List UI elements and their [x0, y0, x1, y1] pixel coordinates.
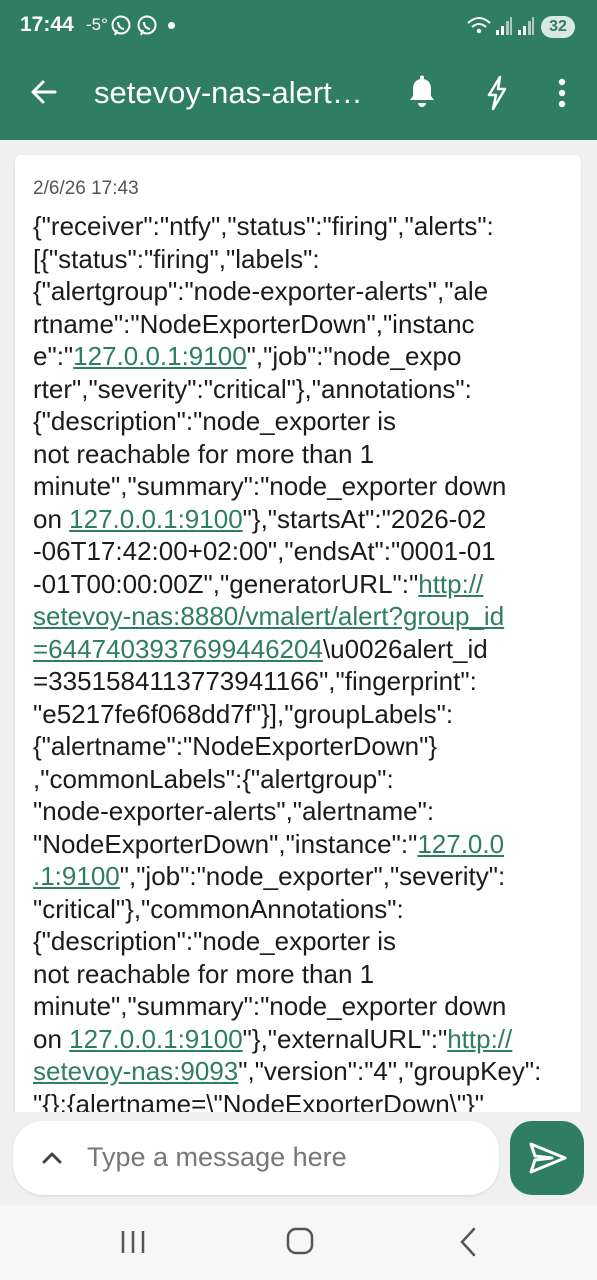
message-text: ,"commonLabels":{"alertgroup":	[33, 763, 394, 794]
back-nav-icon[interactable]	[448, 1225, 488, 1259]
message-line: [{"status":"firing","labels":	[33, 243, 553, 276]
message-text: "},"startsAt":"2026-02	[242, 503, 487, 534]
chevron-up-icon[interactable]	[39, 1145, 65, 1171]
message-link[interactable]: http://	[447, 1024, 512, 1054]
message-text: -01T00:00:00Z","generatorURL":"	[33, 568, 419, 599]
message-body: {"receiver":"ntfy","status":"firing","al…	[33, 210, 553, 1112]
more-vert-icon[interactable]	[546, 74, 578, 112]
message-text: =3351584113773941166","fingerprint":	[33, 666, 477, 696]
message-text: {"alertgroup":"node-exporter-alerts","al…	[33, 276, 489, 306]
message-line: {"description":"node_exporter is	[33, 405, 553, 438]
lightning-icon[interactable]	[480, 74, 514, 112]
message-input[interactable]: Type a message here	[13, 1121, 499, 1195]
composer: Type a message here	[0, 1112, 597, 1205]
message-line: .1:9100","job":"node_exporter","severity…	[33, 860, 553, 893]
message-link[interactable]: http://	[418, 569, 483, 599]
topic-title: setevoy-nas-alert…	[94, 75, 363, 110]
message-line: ,"commonLabels":{"alertgroup":	[33, 763, 553, 796]
message-link[interactable]: setevoy-nas:8880/vmalert/alert?group_id	[33, 601, 504, 631]
message-text: on	[33, 503, 70, 534]
notification-dot	[168, 22, 175, 29]
recent-apps-icon[interactable]	[113, 1225, 153, 1259]
message-text: ","version":"4","groupKey":	[238, 1056, 542, 1086]
message-text: {"alertname":"NodeExporterDown"}	[33, 731, 438, 761]
message-line: {"receiver":"ntfy","status":"firing","al…	[33, 210, 553, 243]
home-icon[interactable]	[280, 1225, 320, 1259]
message-line: {"alertgroup":"node-exporter-alerts","al…	[33, 275, 553, 308]
signal-icon	[496, 17, 512, 35]
message-text: ","job":"node_exporter","severity":	[119, 861, 506, 891]
send-button[interactable]	[510, 1121, 584, 1195]
battery-level: 32	[541, 16, 575, 38]
message-line: on 127.0.0.1:9100"},"startsAt":"2026-02	[33, 503, 553, 536]
message-list[interactable]: 2/6/26 17:43 {"receiver":"ntfy","status"…	[0, 140, 597, 1112]
message-text: -06T17:42:00+02:00","endsAt":"0001-01	[33, 536, 496, 566]
message-text: rter","severity":"critical"},"annotation…	[33, 373, 472, 404]
message-line: "{}:{alertname=\"NodeExporterDown\"}"	[33, 1088, 553, 1113]
message-line: "critical"},"commonAnnotations":	[33, 893, 553, 926]
message-line: -01T00:00:00Z","generatorURL":"http://	[33, 568, 553, 601]
status-time: 17:44	[20, 13, 74, 36]
message-line: =6447403937699446204\u0026alert_id	[33, 633, 553, 666]
message-text: not reachable for more than 1	[33, 958, 375, 989]
message-card[interactable]: 2/6/26 17:43 {"receiver":"ntfy","status"…	[15, 155, 581, 1112]
message-line: on 127.0.0.1:9100"},"externalURL":"http:…	[33, 1023, 553, 1056]
message-text: "NodeExporterDown","instance":"	[33, 828, 418, 859]
message-timestamp: 2/6/26 17:43	[33, 178, 139, 199]
message-link[interactable]: setevoy-nas:9093	[33, 1056, 238, 1086]
message-link[interactable]: =6447403937699446204	[33, 634, 323, 664]
message-line: minute","summary":"node_exporter down	[33, 470, 553, 503]
message-line: not reachable for more than 1	[33, 958, 553, 991]
message-link[interactable]: .1:9100	[33, 861, 120, 891]
message-link[interactable]: 127.0.0.1:9100	[69, 1024, 243, 1054]
status-temperature: -5°	[86, 15, 108, 34]
message-text: minute","summary":"node_exporter down	[33, 471, 507, 501]
message-line: {"description":"node_exporter is	[33, 925, 553, 958]
message-text: "e5217fe6f068dd7f"}],"groupLabels":	[33, 698, 454, 729]
message-text: on	[33, 1023, 70, 1054]
message-line: -06T17:42:00+02:00","endsAt":"0001-01	[33, 535, 553, 568]
message-link[interactable]: 127.0.0.1:9100	[73, 341, 247, 371]
arrow-left-icon[interactable]	[28, 76, 60, 108]
message-line: {"alertname":"NodeExporterDown"}	[33, 730, 553, 763]
message-line: rter","severity":"critical"},"annotation…	[33, 373, 553, 406]
message-text: {"description":"node_exporter is	[33, 406, 397, 436]
message-text: "critical"},"commonAnnotations":	[33, 893, 404, 924]
message-link[interactable]: 127.0.0.1:9100	[69, 504, 243, 534]
message-text: [{"status":"firing","labels":	[33, 243, 320, 274]
message-line: "node-exporter-alerts","alertname":	[33, 795, 553, 828]
message-text: {"description":"node_exporter is	[33, 926, 397, 956]
wifi-calling-icon	[467, 17, 491, 34]
bell-icon[interactable]	[405, 74, 439, 112]
message-text: minute","summary":"node_exporter down	[33, 991, 507, 1021]
message-text: e":"	[33, 341, 74, 371]
message-line: setevoy-nas:9093","version":"4","groupKe…	[33, 1055, 553, 1088]
message-text: {"receiver":"ntfy","status":"firing","al…	[33, 211, 494, 241]
message-text: "{}:{alertname=\"NodeExporterDown\"}"	[33, 1088, 485, 1113]
send-icon	[529, 1142, 567, 1174]
message-placeholder: Type a message here	[87, 1142, 347, 1172]
message-link[interactable]: 127.0.0	[417, 829, 504, 859]
signal-icon	[518, 17, 534, 35]
message-text: rtname":"NodeExporterDown","instanc	[33, 308, 475, 339]
app-bar: setevoy-nas-alert…	[0, 54, 597, 140]
message-text: "node-exporter-alerts","alertname":	[33, 796, 435, 826]
message-line: =3351584113773941166","fingerprint":	[33, 665, 553, 698]
message-line: setevoy-nas:8880/vmalert/alert?group_id	[33, 600, 553, 633]
message-line: "NodeExporterDown","instance":"127.0.0	[33, 828, 553, 861]
message-text: \u0026alert_id	[322, 633, 488, 664]
message-line: e":"127.0.0.1:9100","job":"node_expo	[33, 340, 553, 373]
message-text: "},"externalURL":"	[242, 1023, 448, 1054]
message-text: ","job":"node_expo	[246, 341, 462, 371]
message-line: minute","summary":"node_exporter down	[33, 990, 553, 1023]
viber-icon	[137, 15, 157, 36]
message-line: "e5217fe6f068dd7f"}],"groupLabels":	[33, 698, 553, 731]
viber-icon	[111, 15, 131, 36]
system-nav-bar	[0, 1205, 597, 1280]
message-line: rtname":"NodeExporterDown","instanc	[33, 308, 553, 341]
message-line: not reachable for more than 1	[33, 438, 553, 471]
message-text: not reachable for more than 1	[33, 438, 375, 469]
status-bar: 17:44 -5° 32	[0, 0, 597, 54]
